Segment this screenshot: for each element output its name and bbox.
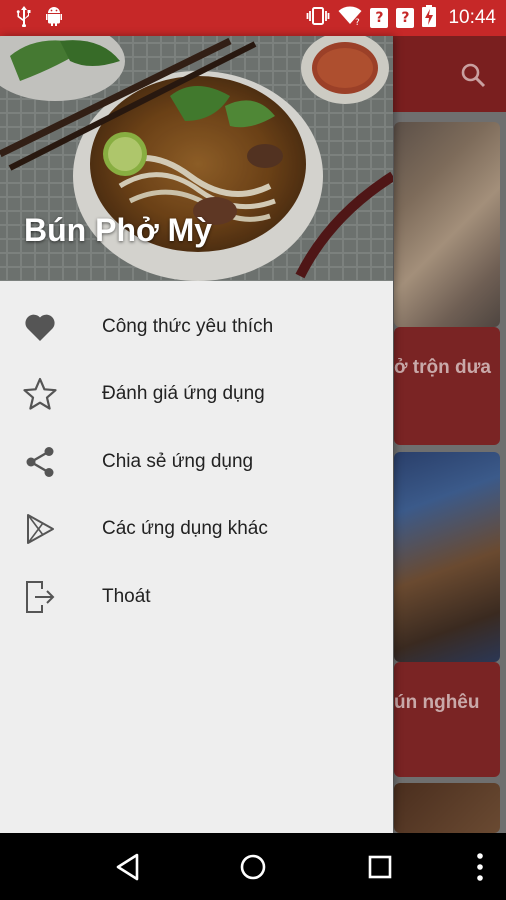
recipe-card-title-area[interactable]: ún nghêu <box>394 662 500 777</box>
status-time: 10:44 <box>448 7 496 28</box>
sim-unknown-icon: ? <box>370 8 389 28</box>
sim-unknown-icon: ? <box>396 8 415 28</box>
android-icon <box>44 5 64 32</box>
home-icon[interactable] <box>235 849 271 885</box>
menu-item-label: Chia sẻ ứng dụng <box>102 450 254 472</box>
battery-charging-icon <box>422 4 437 32</box>
menu-item-share-app[interactable]: Chia sẻ ứng dụng <box>0 428 393 496</box>
menu-item-favorites[interactable]: Công thức yêu thích <box>0 293 393 361</box>
search-icon[interactable] <box>460 62 486 93</box>
menu-item-rate-app[interactable]: Đánh giá ứng dụng <box>0 361 393 429</box>
wifi-icon: ? <box>338 6 362 31</box>
recipe-card-image[interactable] <box>394 122 500 327</box>
recents-icon[interactable] <box>362 849 398 885</box>
menu-item-label: Thoát <box>102 585 151 607</box>
recipe-card-title: ún nghêu <box>394 692 480 713</box>
status-right-icons: ? ? ? 10:44 <box>306 4 496 32</box>
heart-icon <box>22 309 58 345</box>
exit-icon <box>22 579 58 615</box>
usb-icon <box>14 5 34 32</box>
recipe-card-title: ở trộn dưa <box>394 357 491 378</box>
drawer-app-title: Bún Phở Mỳ <box>24 212 213 248</box>
drawer-menu: Công thức yêu thích Đánh giá ứng dụng Ch… <box>0 281 393 631</box>
svg-text:?: ? <box>355 18 360 26</box>
recipe-card-title-area[interactable]: ở trộn dưa <box>394 327 500 445</box>
system-navigation-bar <box>0 833 506 900</box>
star-icon <box>22 376 58 412</box>
navigation-drawer: Bún Phở Mỳ Công thức yêu thích Đánh giá … <box>0 36 393 833</box>
status-bar: ? ? ? 10:44 <box>0 0 506 36</box>
drawer-header: Bún Phở Mỳ <box>0 36 393 281</box>
menu-item-label: Công thức yêu thích <box>102 315 274 337</box>
menu-item-label: Đánh giá ứng dụng <box>102 383 265 405</box>
play-store-icon <box>22 511 58 547</box>
menu-item-label: Các ứng dụng khác <box>102 518 268 540</box>
recipe-card-image[interactable] <box>394 452 500 662</box>
vibrate-icon <box>306 6 330 31</box>
share-icon <box>22 444 58 480</box>
back-icon[interactable] <box>110 849 146 885</box>
status-left-icons <box>14 5 64 32</box>
menu-item-more-apps[interactable]: Các ứng dụng khác <box>0 496 393 564</box>
menu-item-exit[interactable]: Thoát <box>0 563 393 631</box>
overflow-menu-icon[interactable] <box>462 849 498 885</box>
recipe-card-image[interactable] <box>394 783 500 833</box>
